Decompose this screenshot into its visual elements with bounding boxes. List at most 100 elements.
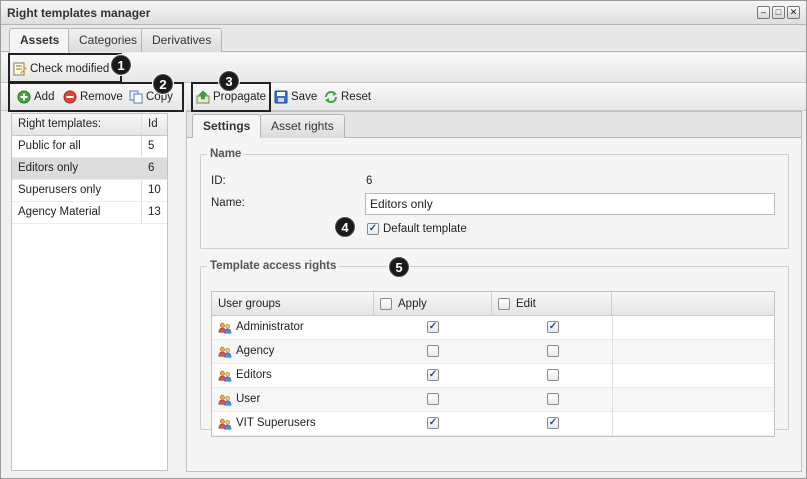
- check-modified-icon: [13, 62, 27, 76]
- add-label: Add: [34, 91, 55, 103]
- edit-all-checkbox[interactable]: [498, 298, 510, 310]
- user-group-cell: Agency: [218, 340, 274, 363]
- callout-3: 3: [219, 71, 239, 91]
- reset-label: Reset: [341, 91, 372, 103]
- user-group-name: User: [236, 393, 261, 405]
- apply-checkbox[interactable]: ✓: [427, 417, 439, 429]
- template-name: Agency Material: [12, 202, 142, 223]
- user-group-name: Editors: [236, 369, 272, 381]
- user-groups-header-label: User groups: [218, 297, 281, 310]
- tab-categories[interactable]: Categories: [68, 28, 149, 52]
- table-row[interactable]: Public for all 5: [12, 136, 167, 158]
- apply-checkbox[interactable]: ✓: [427, 369, 439, 381]
- edit-header-label: Edit: [516, 297, 536, 310]
- toolbar-template-actions: Propagate Save Reset: [186, 83, 806, 111]
- table-row[interactable]: Agency Material 13: [12, 202, 167, 224]
- edit-checkbox[interactable]: [547, 393, 559, 405]
- template-id: 6: [148, 162, 155, 174]
- user-group-icon: [218, 321, 232, 335]
- apply-header-label: Apply: [398, 297, 427, 310]
- user-group-cell: User: [218, 388, 260, 411]
- reset-icon: [324, 90, 338, 104]
- user-group-name: Administrator: [236, 321, 304, 333]
- table-row: VIT Superusers ✓ ✓: [212, 412, 774, 436]
- tab-asset-rights[interactable]: Asset rights: [260, 114, 345, 138]
- remove-label: Remove: [80, 91, 123, 103]
- minimize-button[interactable]: –: [757, 6, 770, 19]
- column-header-templates[interactable]: Right templates:: [12, 114, 142, 135]
- column-header-user-groups[interactable]: User groups: [212, 292, 374, 316]
- table-row[interactable]: Superusers only 10: [12, 180, 167, 202]
- save-button[interactable]: Save: [274, 87, 317, 107]
- apply-checkbox[interactable]: ✓: [427, 321, 439, 333]
- user-group-icon: [218, 369, 232, 383]
- callout-5: 5: [389, 257, 409, 277]
- user-group-icon: [218, 345, 232, 359]
- check-modified-button[interactable]: Check modified: [13, 59, 109, 79]
- template-id: 13: [148, 206, 161, 218]
- copy-icon: [129, 90, 143, 104]
- remove-icon: [63, 90, 77, 104]
- id-label: ID:: [211, 175, 226, 187]
- apply-checkbox[interactable]: [427, 345, 439, 357]
- edit-checkbox[interactable]: [547, 369, 559, 381]
- close-button[interactable]: ✕: [787, 6, 800, 19]
- templates-grid: Right templates: Id Public for all 5 Edi…: [11, 113, 168, 471]
- tab-assets[interactable]: Assets: [9, 28, 71, 53]
- user-group-name: VIT Superusers: [236, 417, 316, 429]
- right-templates-window: Right templates manager – □ ✕ Assets Cat…: [0, 0, 807, 479]
- table-row: Editors ✓: [212, 364, 774, 388]
- user-group-cell: Editors: [218, 364, 272, 387]
- check-modified-label: Check modified: [30, 63, 110, 75]
- default-template-checkbox[interactable]: ✓: [367, 223, 379, 235]
- tab-derivatives[interactable]: Derivatives: [141, 28, 223, 52]
- table-row[interactable]: Editors only 6: [12, 158, 167, 180]
- tab-settings[interactable]: Settings: [192, 114, 262, 139]
- column-header-id[interactable]: Id: [142, 114, 167, 135]
- apply-checkbox[interactable]: [427, 393, 439, 405]
- save-icon: [274, 90, 288, 104]
- top-tabstrip: Assets Categories Derivatives: [1, 25, 806, 53]
- reset-button[interactable]: Reset: [324, 87, 371, 107]
- id-value: 6: [366, 175, 373, 187]
- name-input[interactable]: Editors only: [365, 193, 775, 215]
- maximize-button[interactable]: □: [772, 6, 785, 19]
- apply-all-checkbox[interactable]: [380, 298, 392, 310]
- edit-checkbox[interactable]: ✓: [547, 417, 559, 429]
- access-rights-legend: Template access rights: [210, 260, 337, 272]
- template-name: Superusers only: [12, 180, 142, 201]
- name-label: Name:: [211, 197, 245, 209]
- remove-button[interactable]: Remove: [63, 87, 123, 107]
- add-button[interactable]: Add: [17, 87, 54, 107]
- detail-tabstrip: Settings Asset rights: [187, 112, 801, 139]
- access-rights-grid: User groups Apply Edit Administrator ✓ ✓ Ag…: [211, 291, 775, 437]
- templates-grid-header: Right templates: Id: [12, 114, 167, 136]
- propagate-label: Propagate: [213, 91, 267, 103]
- template-name: Public for all: [12, 136, 142, 157]
- template-name: Editors only: [12, 158, 142, 179]
- save-label: Save: [291, 91, 318, 103]
- user-group-icon: [218, 417, 232, 431]
- template-detail-panel: Settings Asset rights Name ID: 6 Name: E…: [186, 111, 802, 472]
- column-header-apply[interactable]: Apply: [374, 292, 492, 316]
- callout-2: 2: [153, 74, 173, 94]
- table-row: User: [212, 388, 774, 412]
- title-bar[interactable]: Right templates manager – □ ✕: [1, 1, 806, 25]
- user-group-icon: [218, 393, 232, 407]
- user-group-cell: Administrator: [218, 316, 304, 339]
- edit-checkbox[interactable]: ✓: [547, 321, 559, 333]
- default-template-field[interactable]: ✓ Default template: [367, 223, 467, 235]
- user-group-cell: VIT Superusers: [218, 412, 316, 435]
- edit-checkbox[interactable]: [547, 345, 559, 357]
- callout-1: 1: [111, 55, 131, 75]
- add-icon: [17, 90, 31, 104]
- default-template-label: Default template: [383, 223, 467, 235]
- name-fieldset: Name ID: 6 Name: Editors only ✓ Default …: [200, 148, 789, 249]
- template-id: 5: [148, 140, 155, 152]
- settings-body: Name ID: 6 Name: Editors only ✓ Default …: [187, 138, 801, 471]
- user-group-name: Agency: [236, 345, 275, 357]
- name-legend: Name: [210, 148, 242, 160]
- propagate-icon: [196, 90, 210, 104]
- column-header-edit[interactable]: Edit: [492, 292, 612, 316]
- template-id: 10: [148, 184, 161, 196]
